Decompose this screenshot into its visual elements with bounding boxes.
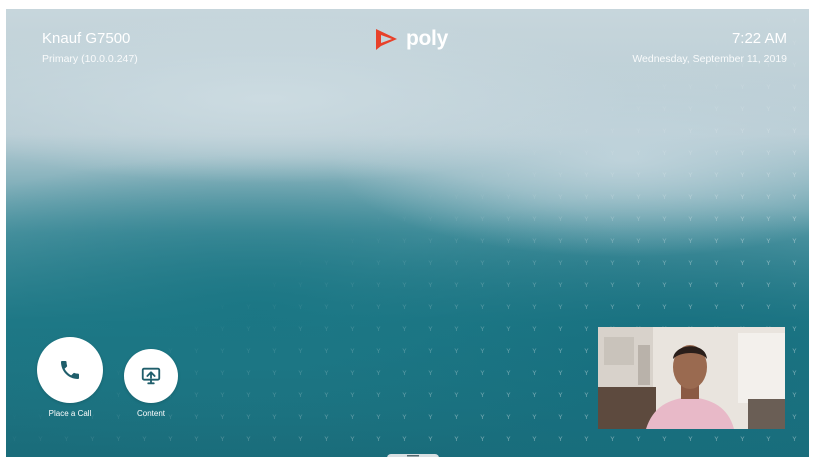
place-a-call-label: Place a Call: [48, 409, 92, 418]
content-label: Content: [136, 409, 166, 418]
poly-logo: poly: [372, 26, 448, 52]
screen-share-icon: [141, 367, 161, 385]
content-button[interactable]: Content: [124, 349, 178, 418]
menu-handle[interactable]: [387, 454, 439, 457]
phone-icon: [61, 361, 79, 379]
self-view-camera-preview: [598, 327, 785, 429]
place-a-call-circle[interactable]: [37, 337, 103, 403]
content-circle[interactable]: [124, 349, 178, 403]
clock-time: 7:22 AM: [731, 30, 787, 47]
menu-icon: [407, 455, 419, 457]
device-info: Knauf G7500 Primary (10.0.0.247): [42, 30, 138, 66]
place-a-call-button[interactable]: Place a Call: [36, 337, 104, 418]
poly-logo-text: poly: [406, 27, 448, 50]
device-name: Knauf G7500: [42, 30, 131, 47]
device-address: Primary (10.0.0.247): [42, 53, 138, 65]
self-view-video[interactable]: [598, 327, 785, 429]
home-screen: ʏ Knauf G7500 Primary (10.0.0.247) poly …: [6, 9, 809, 457]
poly-logo-icon: [376, 29, 397, 50]
clock: 7:22 AM Wednesday, September 11, 2019: [632, 30, 787, 66]
clock-date: Wednesday, September 11, 2019: [632, 53, 787, 65]
